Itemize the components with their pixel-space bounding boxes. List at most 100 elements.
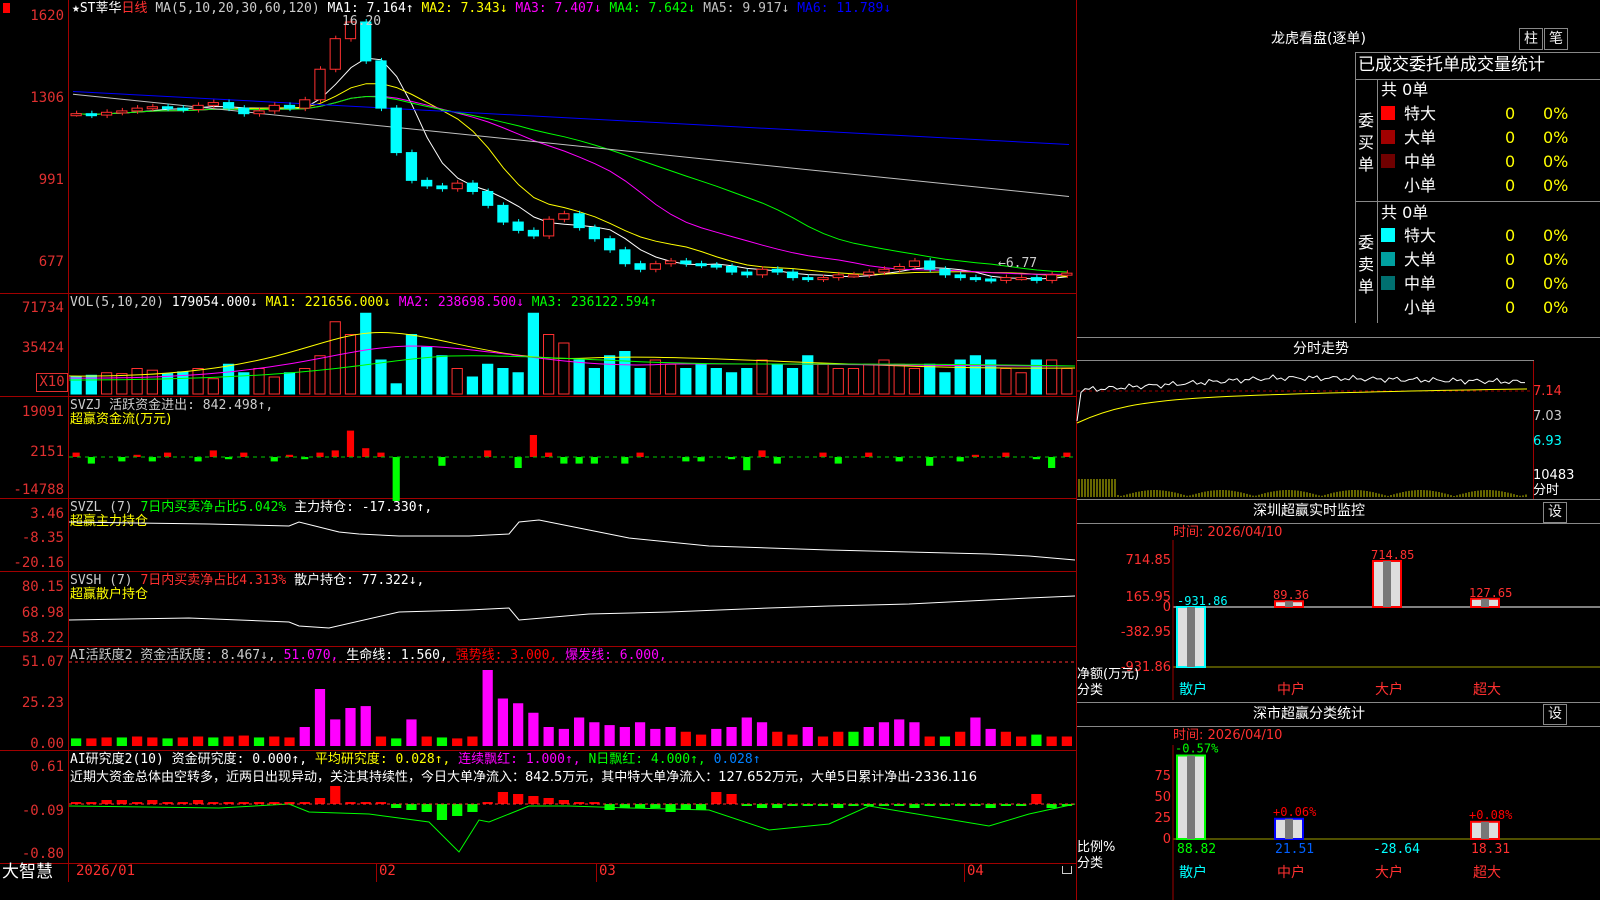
candle[interactable] [573, 213, 585, 229]
candle[interactable] [329, 38, 341, 70]
candle[interactable] [1000, 277, 1012, 281]
volume-bar [1000, 368, 1012, 395]
candle[interactable] [1015, 277, 1027, 281]
candle[interactable] [817, 277, 829, 281]
candle[interactable] [725, 265, 738, 273]
candle[interactable] [558, 213, 570, 220]
activity-bar [1046, 736, 1057, 746]
activity-bar [680, 731, 691, 746]
candle[interactable] [893, 265, 905, 270]
volume-bar [421, 346, 433, 395]
candle[interactable] [985, 278, 997, 282]
candle[interactable] [863, 271, 875, 276]
candle[interactable] [253, 110, 265, 115]
research-bar [513, 794, 524, 804]
candle[interactable] [603, 238, 616, 251]
candle[interactable] [85, 113, 97, 117]
tick-mode-button[interactable]: 笔 [1544, 28, 1568, 50]
candle[interactable] [131, 107, 143, 112]
candle[interactable] [222, 102, 235, 109]
order-name: 大单 [1404, 128, 1437, 147]
retail-holding-chart[interactable] [68, 580, 1076, 645]
candle[interactable] [634, 263, 646, 270]
fund-flow-bar [926, 457, 934, 466]
candle[interactable] [207, 102, 219, 106]
candle[interactable] [619, 249, 631, 265]
candle[interactable] [786, 271, 799, 279]
candle[interactable] [1030, 277, 1043, 281]
bar-mode-button[interactable]: 柱 [1519, 28, 1543, 50]
candle[interactable] [756, 268, 768, 276]
activity-bar [269, 736, 280, 746]
candle[interactable] [451, 182, 463, 190]
stats-chart[interactable]: -0.57% 88.82 散户 +0.06% 21.51 中户 -28.64 大户 +0.08%… [1172, 742, 1600, 900]
candle[interactable] [847, 274, 860, 278]
activity-bar [497, 698, 509, 746]
candle[interactable] [283, 104, 296, 109]
candle[interactable] [314, 68, 326, 101]
candle[interactable] [771, 268, 783, 273]
activity-chart[interactable] [69, 658, 1075, 748]
candle[interactable] [741, 271, 753, 276]
candle[interactable] [954, 274, 966, 279]
activity-bar [863, 727, 874, 746]
candle[interactable] [177, 107, 189, 111]
candle[interactable] [832, 274, 844, 279]
candle[interactable] [390, 107, 402, 154]
candle[interactable] [100, 111, 113, 116]
candle[interactable] [1046, 274, 1058, 281]
candle[interactable] [527, 229, 540, 237]
kline-chart-area[interactable]: ★ST莘华日线 MA(5,10,20,30,60,120) MA1: 7.164… [0, 0, 1077, 900]
candle[interactable] [543, 218, 555, 237]
candle[interactable] [299, 99, 311, 109]
candle[interactable] [924, 260, 936, 270]
candle[interactable] [649, 263, 661, 270]
candle[interactable] [161, 106, 174, 110]
main-holding-chart[interactable] [68, 508, 1076, 570]
candle[interactable] [878, 268, 890, 273]
candle[interactable] [116, 110, 128, 114]
candle[interactable] [436, 185, 448, 190]
volume-bar [969, 355, 982, 395]
candle[interactable] [482, 190, 494, 206]
candle[interactable] [908, 260, 921, 267]
fund-flow-chart[interactable] [69, 400, 1075, 501]
activity-bar [650, 728, 661, 746]
fund-flow-bar [163, 452, 172, 457]
candle[interactable] [192, 104, 204, 111]
candle[interactable] [512, 221, 524, 231]
candle[interactable] [466, 182, 479, 192]
candle[interactable] [70, 113, 82, 117]
volume-bar [436, 355, 448, 395]
dragon-tabs[interactable]: 已成交委托单成交量统计 [1355, 52, 1600, 80]
lock-icon[interactable] [1062, 866, 1072, 874]
candle[interactable] [969, 277, 982, 281]
candle[interactable] [146, 106, 158, 110]
candle[interactable] [664, 260, 677, 265]
candle[interactable] [375, 60, 387, 109]
research-bar [116, 800, 127, 804]
intraday-chart[interactable] [1076, 361, 1533, 499]
monitor-chart[interactable]: -931.86 散户 89.36 中户 714.85 大户 127.65 超大 [1172, 540, 1600, 700]
monitor-settings-button[interactable]: 设 [1543, 502, 1567, 523]
candle[interactable] [939, 268, 951, 276]
candle[interactable] [588, 227, 600, 240]
candle[interactable] [497, 204, 509, 223]
candlestick-chart[interactable] [69, 14, 1075, 292]
stats-settings-button[interactable]: 设 [1543, 704, 1567, 725]
research-chart[interactable] [68, 786, 1076, 862]
candle[interactable] [680, 260, 692, 265]
candle[interactable] [802, 277, 814, 281]
fund-flow-bar [636, 452, 644, 457]
candle[interactable] [695, 263, 707, 267]
candle[interactable] [405, 152, 418, 181]
candle[interactable] [238, 107, 250, 115]
candle[interactable] [710, 264, 722, 268]
y-tick: 2151 [30, 444, 64, 460]
candle[interactable] [1061, 272, 1073, 276]
volume-bar [558, 342, 570, 395]
dragon-tab-label[interactable]: 已成交委托单成交量统计 [1358, 55, 1545, 75]
candle[interactable] [268, 104, 280, 112]
candle[interactable] [421, 179, 433, 187]
volume-chart[interactable] [68, 308, 1076, 395]
